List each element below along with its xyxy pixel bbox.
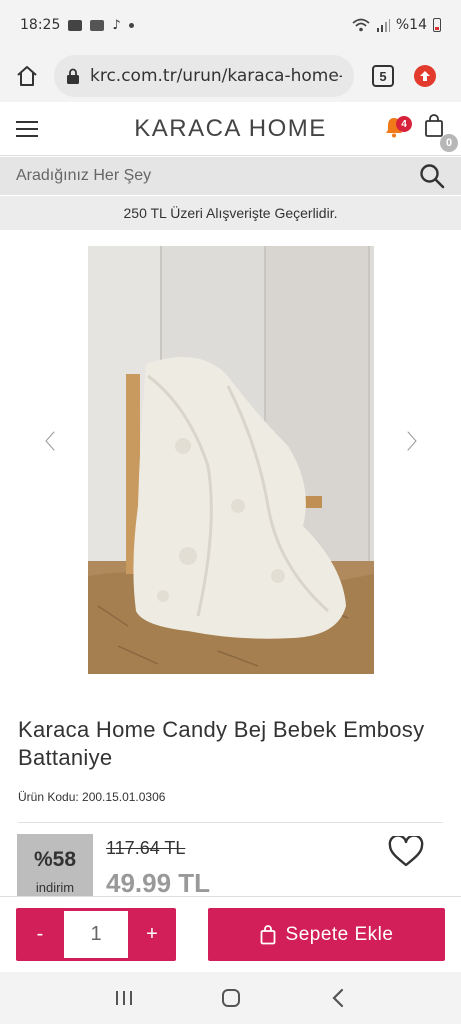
product-title: Karaca Home Candy Bej Bebek Embosy Batta… xyxy=(18,717,425,770)
system-nav-bar xyxy=(0,972,461,1024)
battery-percent: %14 xyxy=(395,17,427,33)
promo-banner: 250 TL Üzeri Alışverişte Geçerlidir. xyxy=(0,196,461,230)
favorite-heart-icon[interactable] xyxy=(388,836,424,868)
quantity-input[interactable] xyxy=(64,911,128,958)
quantity-increase-button[interactable]: + xyxy=(128,908,176,961)
tiktok-icon: ♪ xyxy=(112,17,121,33)
quantity-decrease-button[interactable]: - xyxy=(16,908,64,961)
status-right: %14 xyxy=(352,17,441,33)
url-text: krc.com.tr/urun/karaca-home-c xyxy=(90,66,342,86)
divider xyxy=(18,822,443,823)
menu-icon[interactable] xyxy=(16,120,38,137)
search-input[interactable] xyxy=(16,167,406,185)
home-nav-button[interactable] xyxy=(216,983,246,1013)
chevron-left-icon xyxy=(44,430,56,452)
product-code: Ürün Kodu: 200.15.01.0306 xyxy=(18,790,166,804)
recents-button[interactable] xyxy=(109,983,139,1013)
youtube-icon xyxy=(68,19,83,31)
add-to-cart-bar: - + Sepete Ekle xyxy=(0,896,461,972)
notification-badge: 4 xyxy=(396,116,412,132)
browser-toolbar: krc.com.tr/urun/karaca-home-c 5 xyxy=(0,50,461,102)
home-button[interactable] xyxy=(12,61,42,91)
new-price: 49.99 TL xyxy=(106,868,211,898)
add-to-cart-button[interactable]: Sepete Ekle xyxy=(208,908,445,961)
back-button[interactable] xyxy=(323,983,353,1013)
home-icon xyxy=(17,66,37,86)
signal-icon xyxy=(376,19,390,32)
discount-label: indirim xyxy=(35,880,75,895)
search-bar xyxy=(0,157,461,195)
shopping-bag-icon[interactable] xyxy=(424,114,444,138)
lock-icon xyxy=(66,68,80,84)
tabs-button[interactable]: 5 xyxy=(372,65,394,87)
gallery-icon xyxy=(90,19,105,31)
add-to-cart-label: Sepete Ekle xyxy=(285,923,394,945)
arrow-up-icon xyxy=(420,71,430,81)
gallery-next-button[interactable] xyxy=(402,426,422,456)
product-gallery xyxy=(0,246,461,676)
recents-icon xyxy=(115,991,132,1005)
address-bar[interactable]: krc.com.tr/urun/karaca-home-c xyxy=(54,55,354,97)
home-circle-icon xyxy=(221,989,240,1007)
shopping-bag-icon xyxy=(260,924,275,944)
battery-icon xyxy=(433,18,441,32)
search-icon[interactable] xyxy=(419,163,445,189)
discount-value: %58 xyxy=(33,848,77,871)
chevron-right-icon xyxy=(406,430,418,452)
status-time: 18:25 xyxy=(20,17,61,33)
status-left: 18:25 ♪ xyxy=(20,17,134,33)
discount-badge: %58 indirim xyxy=(17,834,93,898)
site-header: KARACA HOME xyxy=(0,102,461,156)
old-price: 117.64 TL xyxy=(106,838,186,858)
quantity-stepper: - + xyxy=(16,908,176,961)
wifi-icon xyxy=(352,18,370,32)
status-bar: 18:25 ♪ %14 xyxy=(0,0,461,50)
gallery-prev-button[interactable] xyxy=(40,426,60,456)
cart-count-badge: 0 xyxy=(440,134,458,152)
product-image xyxy=(88,246,374,674)
back-chevron-icon xyxy=(331,988,343,1008)
more-notifications-icon xyxy=(128,22,134,28)
update-button[interactable] xyxy=(414,65,436,87)
